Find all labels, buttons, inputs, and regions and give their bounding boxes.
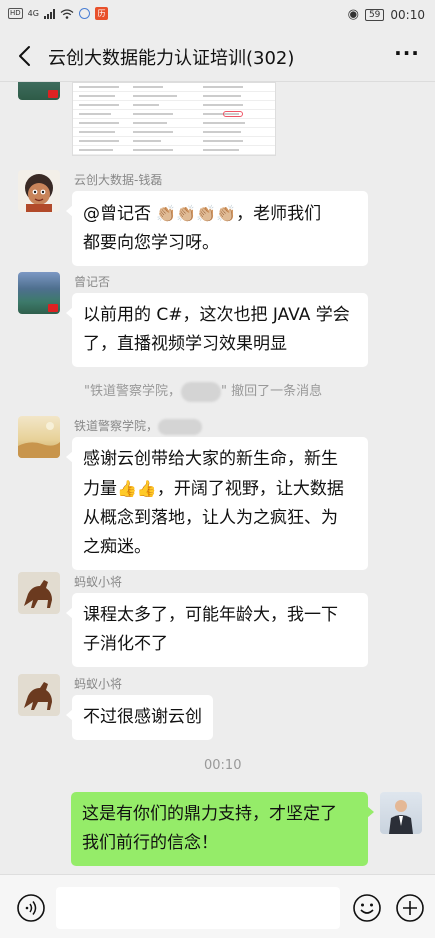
calendar-app-icon: 历 (94, 7, 108, 20)
avatar-qianlei[interactable] (18, 170, 60, 212)
avatar-mayixiaojiang[interactable] (18, 674, 60, 716)
avatar-zengjifou[interactable] (18, 272, 60, 314)
message-bubble[interactable]: 不过很感谢云创 (66, 695, 213, 740)
message-text: 感谢云创带给大家的新生命，新生 (83, 449, 338, 469)
status-bar: HD 4G 历 ◉ 59 00:10 (0, 0, 435, 30)
message-text: 力量 (83, 479, 117, 499)
message-text: 这是有你们的鼎力支持，才坚定了 (82, 804, 337, 824)
sender-name: 云创大数据-钱磊 (74, 173, 163, 187)
recall-suffix: " 撤回了一条消息 (220, 384, 323, 399)
avatar-self[interactable] (380, 792, 422, 834)
message-text: 课程太多了，可能年龄大，我一下 (83, 605, 338, 625)
message-input[interactable] (56, 887, 340, 929)
horse-icon (24, 682, 52, 710)
sender-name: 铁道警察学院， (74, 417, 203, 435)
blurred-name (180, 381, 221, 402)
status-right: ◉ 59 00:10 (348, 7, 425, 22)
message-text: 之痴迷。 (83, 537, 151, 557)
emoji-icon[interactable] (352, 893, 382, 923)
message-text: ，老师我们 (236, 204, 322, 224)
desert-landscape-icon (18, 422, 60, 458)
message-text: @曾记否 (83, 204, 157, 224)
shared-screenshot-image[interactable] (72, 82, 276, 156)
wifi-icon (60, 8, 74, 19)
avatar-partial[interactable] (18, 82, 60, 100)
back-icon[interactable] (12, 42, 40, 70)
message-text: 我们前行的信念！ (82, 833, 218, 853)
voice-input-icon[interactable] (16, 893, 46, 923)
status-left: HD 4G 历 (8, 7, 108, 20)
recall-notice: "铁道警察学院， " 撤回了一条消息 (84, 380, 322, 402)
app-notification-icon (78, 8, 90, 19)
sender-name-text: 铁道警察学院， (74, 419, 159, 433)
message-text: 从概念到落地，让人为之疯狂、为 (83, 508, 338, 528)
cartoon-avatar-icon (25, 174, 53, 212)
recall-prefix: "铁道警察学院， (84, 384, 181, 399)
chat-list[interactable]: 云创大数据-钱磊 @曾记否 👏🏼👏🏼👏🏼👏🏼，老师我们 都要向您学习呀。 曾记否… (0, 82, 435, 874)
chat-title: 云创大数据能力认证培训(302) (48, 48, 295, 69)
person-photo-icon (389, 800, 413, 834)
sender-name: 曾记否 (74, 275, 111, 289)
chat-header: 云创大数据能力认证培训(302) ··· (0, 30, 435, 82)
input-bar (0, 874, 435, 938)
plus-icon[interactable] (395, 893, 425, 923)
signal-icon (43, 8, 55, 19)
sender-name: 蚂蚁小将 (74, 575, 123, 589)
eye-icon: ◉ (347, 7, 359, 22)
message-text: ，开阔了视野，让大数据 (156, 479, 344, 499)
message-bubble[interactable]: 课程太多了，可能年龄大，我一下 子消化不了 (66, 593, 368, 667)
message-text: 都要向您学习呀。 (83, 233, 219, 253)
message-bubble[interactable]: 以前用的 C#，这次也把 JAVA 学会 了，直播视频学习效果明显 (66, 293, 368, 367)
message-text: 以前用的 C#，这次也把 JAVA 学会 (83, 305, 350, 325)
clapping-hands-emoji: 👏🏼👏🏼👏🏼👏🏼 (156, 204, 237, 223)
horse-icon (24, 580, 52, 608)
network-type: 4G (27, 9, 39, 18)
message-text: 了，直播视频学习效果明显 (83, 334, 287, 354)
own-message-bubble[interactable]: 这是有你们的鼎力支持，才坚定了 我们前行的信念！ (71, 792, 374, 866)
message-bubble[interactable]: @曾记否 👏🏼👏🏼👏🏼👏🏼，老师我们 都要向您学习呀。 (66, 191, 368, 266)
chat-timestamp: 00:10 (204, 758, 242, 773)
thumbs-up-emoji: 👍👍 (117, 479, 157, 498)
avatar-mayixiaojiang[interactable] (18, 572, 60, 614)
avatar-railway-police[interactable] (18, 416, 60, 458)
flag-icon (48, 304, 58, 312)
message-bubble[interactable]: 感谢云创带给大家的新生命，新生 力量👍👍，开阔了视野，让大数据 从概念到落地，让… (66, 437, 368, 570)
hd-badge: HD (8, 8, 23, 19)
message-text: 不过很感谢云创 (83, 707, 202, 727)
message-text: 子消化不了 (83, 634, 168, 654)
status-time: 00:10 (390, 7, 425, 22)
battery-icon: 59 (364, 8, 385, 21)
more-options-icon[interactable]: ··· (393, 42, 421, 70)
blurred-name (158, 418, 203, 435)
sender-name: 蚂蚁小将 (74, 677, 123, 691)
